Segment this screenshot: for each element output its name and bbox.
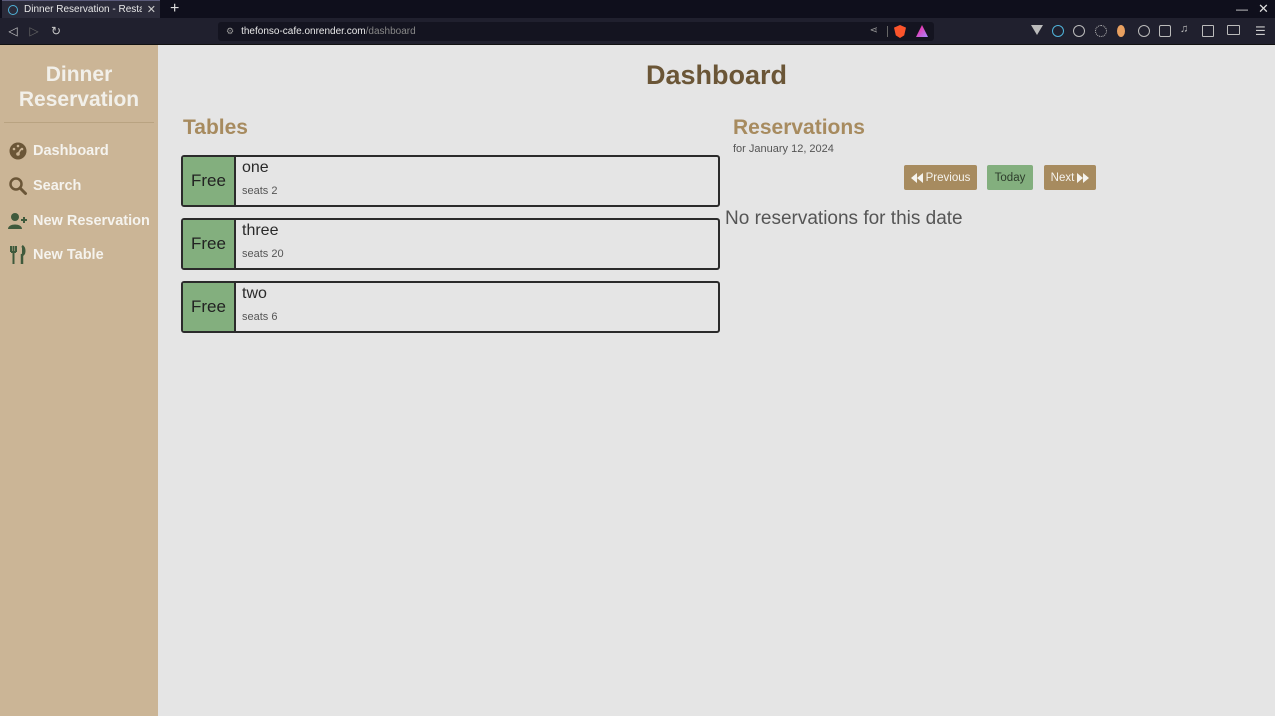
next-day-button[interactable]: Next [1044, 165, 1096, 190]
double-left-arrow-icon [910, 172, 923, 183]
extension-target-icon[interactable] [1138, 25, 1150, 37]
table-seats: seats 6 [242, 311, 278, 323]
previous-day-button[interactable]: Previous [904, 165, 977, 190]
site-settings-icon[interactable]: ⚙ [226, 26, 234, 37]
media-music-icon[interactable]: ♫ [1180, 23, 1192, 35]
window-minimize-icon[interactable]: — [1236, 0, 1248, 18]
table-status-badge: Free [183, 157, 236, 205]
brand-line-2: Reservation [18, 88, 140, 111]
browser-tab-bar: Dinner Reservation - Restaurant ✕ + — ✕ [0, 0, 1275, 18]
url-path: /dashboard [365, 26, 416, 37]
sidebar-item-new-table[interactable]: New Table [8, 243, 104, 267]
url-divider [887, 26, 888, 37]
sidebar-item-search[interactable]: Search [8, 174, 81, 198]
browser-toolbar: ◁ ▷ ↻ ⚙ thefonso-cafe.onrender.com/dashb… [0, 18, 1275, 45]
sidebar-toggle-icon[interactable] [1202, 25, 1214, 37]
table-status-badge: Free [183, 283, 236, 331]
table-status-badge: Free [183, 220, 236, 268]
sidebar-divider [4, 122, 154, 123]
sidebar-item-label: Dashboard [33, 143, 109, 159]
table-seats: seats 2 [242, 185, 278, 197]
url-host: thefonso-cafe.onrender.com [241, 26, 366, 37]
share-icon[interactable]: ⋖ [870, 25, 878, 36]
page-title: Dashboard [645, 60, 788, 90]
extension-bottle-icon[interactable] [1117, 25, 1125, 37]
wallet-icon[interactable] [1227, 25, 1240, 35]
utensils-icon [10, 245, 26, 264]
brand-title[interactable]: Dinner Reservation [0, 62, 158, 112]
extensions-puzzle-icon[interactable] [1159, 25, 1171, 37]
double-right-arrow-icon [1077, 172, 1090, 183]
reservations-date: for January 12, 2024 [733, 143, 834, 155]
next-label: Next [1050, 171, 1075, 184]
table-name: three [242, 222, 279, 239]
today-label: Today [994, 171, 1026, 184]
back-arrow-icon[interactable]: ◁ [5, 23, 21, 39]
vpn-extension-icon[interactable] [1031, 25, 1043, 35]
dashboard-gauge-icon [9, 142, 27, 160]
forward-arrow-icon[interactable]: ▷ [26, 23, 42, 39]
table-name: two [242, 285, 267, 302]
sidebar-item-label: New Table [33, 247, 104, 263]
react-favicon-icon [8, 4, 18, 15]
search-icon [9, 177, 27, 195]
sidebar-item-label: New Reservation [33, 213, 150, 229]
react-devtools-icon[interactable] [1052, 25, 1064, 37]
table-card[interactable]: Free two seats 6 [181, 281, 720, 333]
sidebar-item-label: Search [33, 178, 82, 194]
extension-panda-icon[interactable] [1073, 25, 1085, 37]
previous-label: Previous [925, 171, 971, 184]
table-card[interactable]: Free three seats 20 [181, 218, 720, 270]
new-tab-plus-icon[interactable]: + [170, 0, 179, 17]
table-name: one [242, 159, 269, 176]
brave-shields-icon[interactable] [894, 25, 906, 38]
table-seats: seats 20 [242, 248, 284, 260]
browser-menu-icon[interactable]: ☰ [1255, 24, 1266, 38]
extension-gear-icon[interactable] [1095, 25, 1107, 37]
today-button[interactable]: Today [987, 165, 1033, 190]
window-close-icon[interactable]: ✕ [1258, 0, 1269, 18]
tables-heading: Tables [183, 116, 248, 139]
tab-close-icon[interactable]: ✕ [147, 3, 156, 16]
table-card[interactable]: Free one seats 2 [181, 155, 720, 207]
tab-title: Dinner Reservation - Restaurant [24, 4, 142, 15]
brave-rewards-icon[interactable] [916, 25, 928, 37]
brand-line-1: Dinner [45, 63, 113, 86]
reload-icon[interactable]: ↻ [48, 23, 64, 39]
user-plus-icon [8, 213, 27, 229]
address-bar[interactable]: ⚙ thefonso-cafe.onrender.com/dashboard ⋖ [218, 22, 934, 41]
sidebar-item-new-reservation[interactable]: New Reservation [8, 209, 150, 233]
reservations-heading: Reservations [733, 116, 865, 139]
empty-reservations-message: No reservations for this date [725, 208, 963, 229]
browser-tab[interactable]: Dinner Reservation - Restaurant ✕ [2, 0, 160, 18]
sidebar-item-dashboard[interactable]: Dashboard [8, 139, 109, 163]
